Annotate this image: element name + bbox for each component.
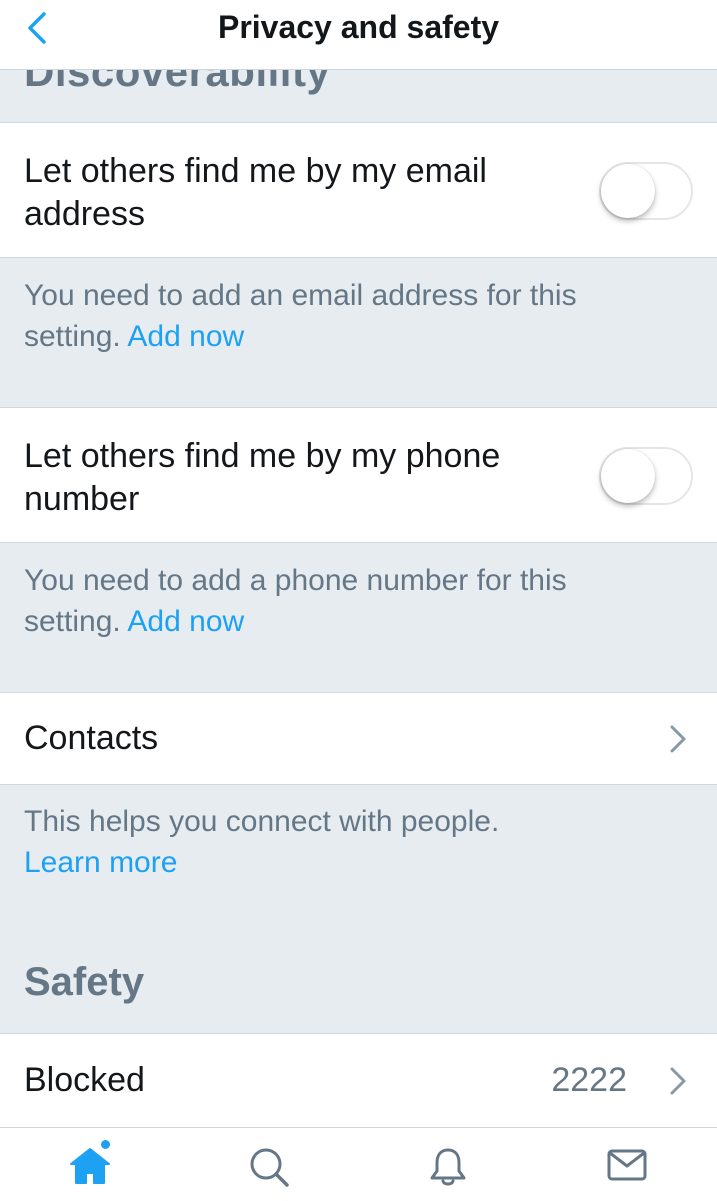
tab-home[interactable] [0, 1128, 179, 1201]
phone-discoverability-toggle[interactable] [599, 447, 693, 505]
email-discoverability-label: Let others find me by my email address [24, 152, 487, 233]
email-add-now-link[interactable]: Add now [127, 320, 244, 353]
tab-messages[interactable] [537, 1128, 716, 1201]
navigation-bar: Privacy and safety [0, 0, 717, 70]
chevron-right-icon [670, 725, 686, 753]
phone-add-now-link[interactable]: Add now [127, 605, 244, 638]
email-note: You need to add an email address for thi… [24, 275, 664, 357]
contacts-note-text: This helps you connect with people. [24, 805, 500, 838]
phone-discoverability-row[interactable]: Let others find me by my phone number [0, 407, 717, 543]
blocked-row[interactable]: Blocked 2222 [0, 1033, 717, 1127]
tab-search[interactable] [179, 1128, 358, 1201]
contacts-note: This helps you connect with people. Lear… [24, 801, 664, 883]
bell-icon [430, 1148, 465, 1186]
toggle-knob [601, 164, 655, 218]
blocked-label: Blocked [24, 1061, 145, 1099]
settings-content: Discoverability Let others find me by my… [0, 0, 717, 1127]
phone-discoverability-label: Let others find me by my phone number [24, 437, 501, 518]
contacts-learn-more-link[interactable]: Learn more [24, 846, 177, 879]
email-discoverability-row[interactable]: Let others find me by my email address [0, 122, 717, 258]
notification-dot [101, 1140, 110, 1149]
search-icon [250, 1148, 289, 1187]
page-title: Privacy and safety [217, 9, 500, 45]
phone-note-text: You need to add a phone number for this … [24, 564, 567, 638]
envelope-icon [607, 1149, 646, 1181]
section-header-safety: Safety [24, 960, 145, 1004]
tab-bar [0, 1127, 717, 1201]
contacts-row[interactable]: Contacts [0, 692, 717, 785]
tab-notifications[interactable] [358, 1128, 537, 1201]
email-note-text: You need to add an email address for thi… [24, 279, 577, 353]
toggle-knob [601, 449, 655, 503]
contacts-label: Contacts [24, 719, 159, 757]
home-icon [69, 1148, 110, 1184]
phone-note: You need to add a phone number for this … [24, 560, 664, 642]
chevron-right-icon [670, 1067, 686, 1095]
email-discoverability-toggle[interactable] [599, 162, 693, 220]
blocked-count: 2222 [551, 1061, 627, 1099]
